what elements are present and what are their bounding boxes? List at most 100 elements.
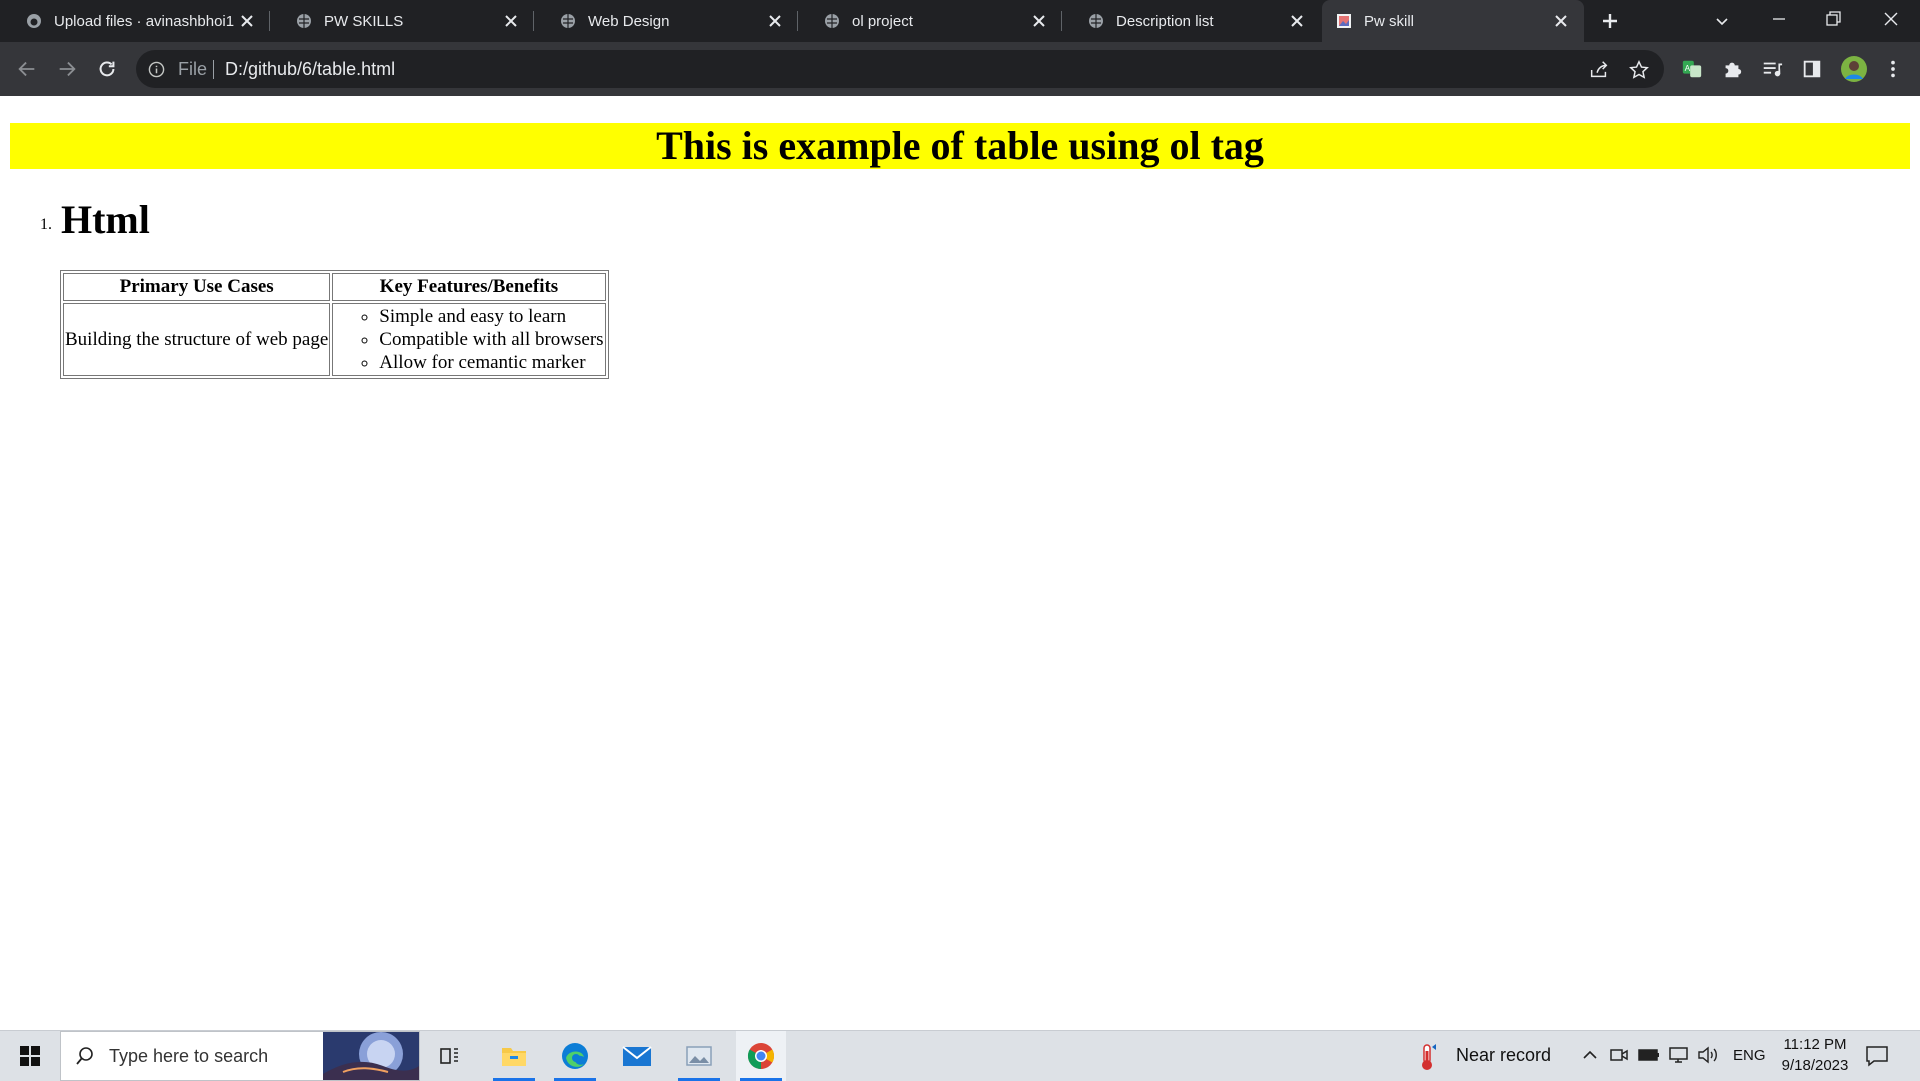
tab-title: Description list: [1116, 12, 1214, 30]
tab-title: Pw skill: [1364, 12, 1415, 30]
search-placeholder: Type here to search: [109, 1046, 269, 1066]
close-icon[interactable]: [1288, 12, 1306, 30]
weather-widget[interactable]: Near record: [1418, 1031, 1558, 1081]
mail-app[interactable]: [612, 1031, 662, 1081]
close-icon[interactable]: [1030, 12, 1048, 30]
file-explorer-app[interactable]: [489, 1031, 539, 1081]
list-item: Allow for cemantic marker: [379, 351, 603, 374]
restore-icon: [1826, 11, 1841, 26]
new-tab-button[interactable]: [1598, 9, 1622, 33]
tab-search-button[interactable]: [1710, 9, 1734, 33]
column-header: Primary Use Cases: [63, 273, 331, 301]
globe-icon: [561, 14, 575, 28]
taskbar: Type here to search Near record ENG 11:1…: [0, 1030, 1920, 1081]
tab-web-design[interactable]: Web Design: [534, 0, 798, 42]
camera-icon: [1610, 1049, 1628, 1061]
scheme-label: File: [178, 59, 208, 79]
back-button[interactable]: [15, 57, 39, 81]
photos-app[interactable]: [674, 1031, 724, 1081]
search-icon: [76, 1047, 93, 1065]
list-item: Compatible with all browsers: [379, 328, 603, 351]
browser-toolbar: File D:/github/6/table.html A: [0, 42, 1920, 96]
use-case-cell: Building the structure of web page: [63, 303, 331, 376]
menu-button[interactable]: [1881, 57, 1905, 81]
tab-title: Web Design: [588, 12, 670, 30]
globe-icon: [297, 14, 311, 28]
globe-icon: [825, 14, 839, 28]
tab-title: Upload files · avinashbhoi1: [54, 12, 235, 30]
close-window-button[interactable]: [1876, 4, 1906, 34]
avatar: [1841, 56, 1867, 82]
extensions-button[interactable]: [1720, 57, 1744, 81]
features-list: Simple and easy to learn Compatible with…: [334, 305, 603, 374]
column-header: Key Features/Benefits: [332, 273, 606, 301]
network-icon: [1669, 1047, 1688, 1063]
plus-icon: [1603, 14, 1617, 28]
side-panel-button[interactable]: [1800, 57, 1824, 81]
kebab-menu-icon: [1891, 60, 1895, 78]
address-bar[interactable]: File D:/github/6/table.html: [136, 50, 1664, 88]
minimize-button[interactable]: [1764, 6, 1794, 36]
battery-icon: [1638, 1049, 1659, 1061]
reading-list-button[interactable]: [1760, 57, 1784, 81]
battery-icon[interactable]: [1638, 1045, 1660, 1065]
translate-extension-button[interactable]: A: [1680, 57, 1704, 81]
tab-description-list[interactable]: Description list: [1062, 0, 1320, 42]
tab-ol-project[interactable]: ol project: [798, 0, 1062, 42]
notifications-button[interactable]: [1864, 1043, 1890, 1069]
close-icon: [1884, 12, 1898, 26]
features-table: Primary Use Cases Key Features/Benefits …: [60, 270, 609, 379]
tab-strip: Upload files · avinashbhoi1 PW SKILLS We…: [0, 0, 1920, 42]
chevron-down-icon: [1716, 18, 1728, 26]
info-icon[interactable]: [148, 61, 165, 78]
tab-upload-files[interactable]: Upload files · avinashbhoi1: [0, 0, 270, 42]
close-icon[interactable]: [766, 12, 784, 30]
github-icon: [27, 14, 41, 28]
reload-button[interactable]: [95, 57, 119, 81]
share-icon[interactable]: [1588, 59, 1610, 81]
tab-pw-skill[interactable]: Pw skill: [1322, 0, 1584, 42]
clock-time: 11:12 PM: [1783, 1036, 1847, 1053]
profile-button[interactable]: [1840, 55, 1868, 83]
chevron-up-icon: [1583, 1050, 1597, 1059]
star-icon[interactable]: [1628, 59, 1650, 81]
edge-app[interactable]: [550, 1031, 600, 1081]
media-queue-icon: [1763, 62, 1783, 77]
page-heading: This is example of table using ol tag: [10, 123, 1910, 169]
task-view-button[interactable]: [425, 1031, 475, 1081]
list-number: 1.: [40, 216, 52, 233]
taskbar-search[interactable]: Type here to search: [60, 1031, 420, 1081]
page-content: This is example of table using ol tag 1.…: [0, 96, 1920, 1030]
task-view-icon: [440, 1048, 458, 1064]
list-title: Html: [61, 197, 150, 242]
clock[interactable]: 11:12 PM 9/18/2023: [1770, 1034, 1860, 1078]
arrow-left-icon: [18, 61, 35, 77]
meet-now-icon[interactable]: [1609, 1045, 1629, 1065]
forward-button[interactable]: [55, 57, 79, 81]
url-divider: [213, 60, 214, 79]
thermometer-icon: [1422, 1044, 1436, 1070]
tab-title: ol project: [852, 12, 913, 30]
volume-icon[interactable]: [1697, 1045, 1719, 1065]
language-indicator[interactable]: ENG: [1733, 1047, 1766, 1064]
tab-pw-skills[interactable]: PW SKILLS: [270, 0, 534, 42]
chrome-app[interactable]: [736, 1031, 786, 1081]
table-header-row: Primary Use Cases Key Features/Benefits: [63, 273, 606, 301]
start-button[interactable]: [5, 1031, 55, 1081]
weather-text: Near record: [1456, 1045, 1552, 1065]
close-icon[interactable]: [1552, 12, 1570, 30]
network-icon[interactable]: [1668, 1045, 1690, 1065]
close-icon[interactable]: [238, 12, 256, 30]
reload-icon: [99, 61, 115, 77]
show-hidden-icons-button[interactable]: [1580, 1045, 1600, 1065]
arrow-right-icon: [59, 61, 76, 77]
restore-button[interactable]: [1818, 4, 1848, 34]
list-item: Simple and easy to learn: [379, 305, 603, 328]
translate-icon: A: [1682, 60, 1702, 78]
side-panel-icon: [1803, 60, 1821, 78]
notification-icon: [1866, 1046, 1888, 1067]
url-text[interactable]: D:/github/6/table.html: [225, 59, 395, 80]
close-icon[interactable]: [502, 12, 520, 30]
puzzle-icon: [1725, 62, 1742, 78]
table-row: Building the structure of web page Simpl…: [63, 303, 606, 376]
